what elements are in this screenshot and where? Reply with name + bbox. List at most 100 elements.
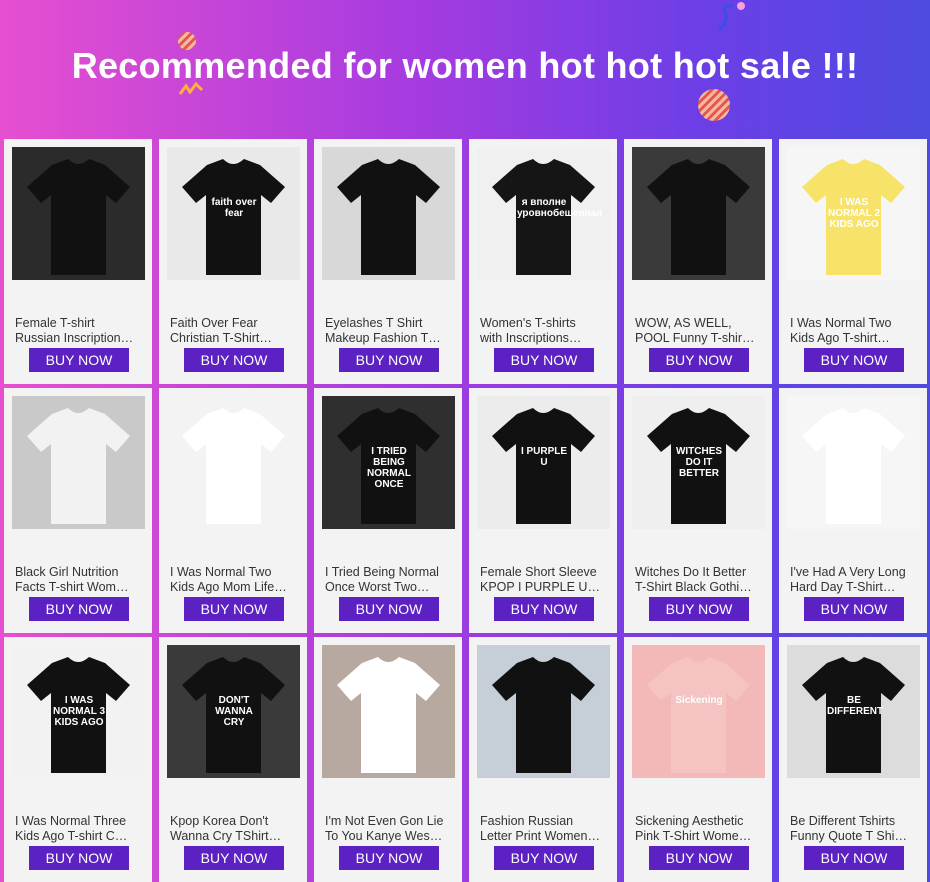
product-image[interactable]: I PURPLE U — [477, 396, 610, 529]
product-title-line[interactable]: Kids Ago Mom Life… — [170, 580, 298, 595]
product-title[interactable]: I Tried Being Normal Once Worst Two… — [325, 565, 453, 595]
product-image[interactable]: я вполне уровнобешенная — [477, 147, 610, 280]
buy-now-button[interactable]: BUY NOW — [804, 597, 904, 621]
product-card[interactable]: WITCHES DO IT BETTER Witches Do It Better… — [624, 388, 772, 633]
product-title-line[interactable]: Wanna Cry TShirt… — [170, 829, 298, 844]
product-title-line[interactable]: WOW, AS WELL, — [635, 316, 763, 331]
product-title[interactable]: I Was Normal Two Kids Ago Mom Life… — [170, 565, 298, 595]
product-title-line[interactable]: Kids Ago T-shirt… — [790, 331, 918, 346]
buy-now-button[interactable]: BUY NOW — [649, 597, 749, 621]
buy-now-button[interactable]: BUY NOW — [29, 348, 129, 372]
product-image[interactable]: I WAS NORMAL 2 KIDS AGO — [167, 396, 300, 529]
product-card[interactable]: Sickening Sickening Aesthetic Pink T-Shirt… — [624, 637, 772, 882]
product-image[interactable] — [477, 645, 610, 778]
product-title-line[interactable]: I Was Normal Three — [15, 814, 143, 829]
product-card[interactable]: I WAS NORMAL 2 KIDS AGO I Was Normal Two K… — [159, 388, 307, 633]
product-title[interactable]: Be Different Tshirts Funny Quote T Shi… — [790, 814, 918, 844]
product-card[interactable]: I WAS NORMAL 2 KIDS AGO I Was Normal Two K… — [779, 139, 927, 384]
product-image[interactable] — [12, 396, 145, 529]
product-title-line[interactable]: Faith Over Fear — [170, 316, 298, 331]
product-title-line[interactable]: Female T-shirt — [15, 316, 143, 331]
product-image[interactable]: faith over fear — [167, 147, 300, 280]
product-title-line[interactable]: Female Short Sleeve — [480, 565, 608, 580]
product-title-line[interactable]: Women's T-shirts — [480, 316, 608, 331]
product-title[interactable]: Sickening Aesthetic Pink T-Shirt Wome… — [635, 814, 763, 844]
product-title[interactable]: Black Girl Nutrition Facts T-shirt Wom… — [15, 565, 143, 595]
product-title-line[interactable]: Russian Inscription… — [15, 331, 143, 346]
product-title-line[interactable]: POOL Funny T-shir… — [635, 331, 763, 346]
product-title[interactable]: WOW, AS WELL, POOL Funny T-shir… — [635, 316, 763, 346]
buy-now-button[interactable]: BUY NOW — [494, 348, 594, 372]
product-image[interactable] — [322, 645, 455, 778]
product-image[interactable]: I TRIED BEING NORMAL ONCE — [322, 396, 455, 529]
buy-now-button[interactable]: BUY NOW — [649, 348, 749, 372]
product-image[interactable] — [787, 396, 920, 529]
product-card[interactable]: DON'T WANNA CRY Kpop Korea Don't Wanna Cry… — [159, 637, 307, 882]
buy-now-button[interactable]: BUY NOW — [804, 348, 904, 372]
product-title[interactable]: I've Had A Very Long Hard Day T-Shirt… — [790, 565, 918, 595]
buy-now-button[interactable]: BUY NOW — [649, 846, 749, 870]
product-title-line[interactable]: Once Worst Two… — [325, 580, 453, 595]
product-title[interactable]: Eyelashes T Shirt Makeup Fashion T… — [325, 316, 453, 346]
product-image[interactable]: I WAS NORMAL 3 KIDS AGO — [12, 645, 145, 778]
product-card[interactable]: Fashion Russian Letter Print Women… BUY NO… — [469, 637, 617, 882]
product-title-line[interactable]: Black Girl Nutrition — [15, 565, 143, 580]
product-card[interactable]: I'm Not Even Gon Lie To You Kanye Wes… BUY… — [314, 637, 462, 882]
buy-now-button[interactable]: BUY NOW — [339, 348, 439, 372]
product-image[interactable]: BE DIFFERENT — [787, 645, 920, 778]
buy-now-button[interactable]: BUY NOW — [339, 846, 439, 870]
product-title[interactable]: Fashion Russian Letter Print Women… — [480, 814, 608, 844]
product-title-line[interactable]: I Was Normal Two — [170, 565, 298, 580]
product-title-line[interactable]: Be Different Tshirts — [790, 814, 918, 829]
buy-now-button[interactable]: BUY NOW — [804, 846, 904, 870]
product-title[interactable]: I'm Not Even Gon Lie To You Kanye Wes… — [325, 814, 453, 844]
product-image[interactable] — [322, 147, 455, 280]
product-title[interactable]: Women's T-shirts with Inscriptions… — [480, 316, 608, 346]
product-title-line[interactable]: Witches Do It Better — [635, 565, 763, 580]
product-title-line[interactable]: Hard Day T-Shirt… — [790, 580, 918, 595]
product-title-line[interactable]: I Was Normal Two — [790, 316, 918, 331]
product-image[interactable]: WITCHES DO IT BETTER — [632, 396, 765, 529]
product-card[interactable]: я вполне уровнобешенная Women's T-shirts w… — [469, 139, 617, 384]
product-card[interactable]: I've Had A Very Long Hard Day T-Shirt… BUY… — [779, 388, 927, 633]
product-title-line[interactable]: KPOP I PURPLE U… — [480, 580, 608, 595]
product-title[interactable]: Witches Do It Better T-Shirt Black Gothi… — [635, 565, 763, 595]
product-title-line[interactable]: To You Kanye Wes… — [325, 829, 453, 844]
product-title-line[interactable]: Kpop Korea Don't — [170, 814, 298, 829]
product-title[interactable]: Female T-shirt Russian Inscription… — [15, 316, 143, 346]
buy-now-button[interactable]: BUY NOW — [184, 846, 284, 870]
product-title[interactable]: Faith Over Fear Christian T-Shirt… — [170, 316, 298, 346]
product-card[interactable]: I PURPLE U Female Short Sleeve KPOP I PURP… — [469, 388, 617, 633]
product-title[interactable]: Female Short Sleeve KPOP I PURPLE U… — [480, 565, 608, 595]
product-title-line[interactable]: Facts T-shirt Wom… — [15, 580, 143, 595]
product-title-line[interactable]: Kids Ago T-shirt C… — [15, 829, 143, 844]
product-title-line[interactable]: Funny Quote T Shi… — [790, 829, 918, 844]
product-title-line[interactable]: Sickening Aesthetic — [635, 814, 763, 829]
product-title[interactable]: Kpop Korea Don't Wanna Cry TShirt… — [170, 814, 298, 844]
product-title-line[interactable]: Letter Print Women… — [480, 829, 608, 844]
product-card[interactable]: faith over fear Faith Over Fear Christian … — [159, 139, 307, 384]
buy-now-button[interactable]: BUY NOW — [494, 846, 594, 870]
product-title-line[interactable]: Fashion Russian — [480, 814, 608, 829]
product-title-line[interactable]: I'm Not Even Gon Lie — [325, 814, 453, 829]
buy-now-button[interactable]: BUY NOW — [29, 597, 129, 621]
buy-now-button[interactable]: BUY NOW — [184, 348, 284, 372]
product-title[interactable]: I Was Normal Two Kids Ago T-shirt… — [790, 316, 918, 346]
product-image[interactable]: I WAS NORMAL 2 KIDS AGO — [787, 147, 920, 280]
buy-now-button[interactable]: BUY NOW — [29, 846, 129, 870]
buy-now-button[interactable]: BUY NOW — [494, 597, 594, 621]
product-title-line[interactable]: Pink T-Shirt Wome… — [635, 829, 763, 844]
product-image[interactable]: Sickening — [632, 645, 765, 778]
product-title-line[interactable]: T-Shirt Black Gothi… — [635, 580, 763, 595]
product-title-line[interactable]: Christian T-Shirt… — [170, 331, 298, 346]
buy-now-button[interactable]: BUY NOW — [339, 597, 439, 621]
buy-now-button[interactable]: BUY NOW — [184, 597, 284, 621]
product-title-line[interactable]: Makeup Fashion T… — [325, 331, 453, 346]
product-title-line[interactable]: Eyelashes T Shirt — [325, 316, 453, 331]
product-card[interactable]: Eyelashes T Shirt Makeup Fashion T… BUY NO… — [314, 139, 462, 384]
product-card[interactable]: WOW, AS WELL, POOL Funny T-shir… BUY NOW — [624, 139, 772, 384]
product-image[interactable] — [632, 147, 765, 280]
product-image[interactable]: DON'T WANNA CRY — [167, 645, 300, 778]
product-card[interactable]: I WAS NORMAL 3 KIDS AGO I Was Normal Thre… — [4, 637, 152, 882]
product-card[interactable]: BE DIFFERENT Be Different Tshirts Funny Qu… — [779, 637, 927, 882]
